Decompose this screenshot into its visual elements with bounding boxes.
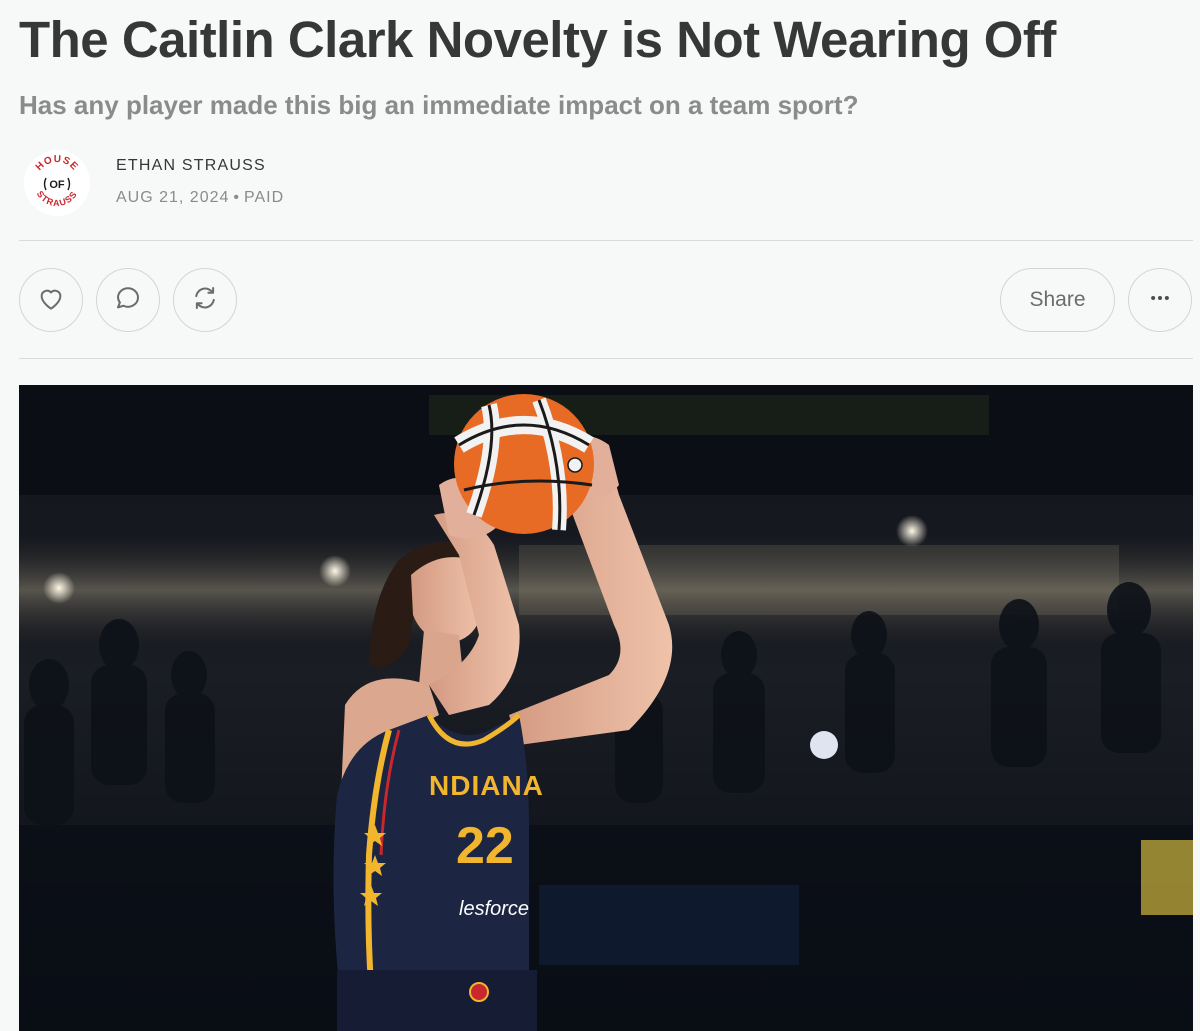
post-meta: AUG 21, 2024 • PAID <box>116 189 284 207</box>
logo-text-mid: OF <box>49 179 65 191</box>
divider-bottom <box>19 358 1193 359</box>
basketball-player-photo: NDIANA 22 lesforce <box>19 385 1193 1031</box>
post-date: AUG 21, 2024 <box>116 189 230 206</box>
jersey-text: NDIANA <box>429 770 544 801</box>
sponsor-text: lesforce <box>459 898 529 920</box>
post-access-badge: PAID <box>244 189 285 206</box>
divider-top <box>19 240 1193 241</box>
post-subtitle: Has any player made this big an immediat… <box>19 90 859 120</box>
hero-image[interactable]: NDIANA 22 lesforce <box>19 385 1193 1031</box>
like-button[interactable] <box>19 268 83 332</box>
restack-button[interactable] <box>173 268 237 332</box>
publication-logo[interactable]: HOUSE STRAUSS OF <box>24 150 90 216</box>
post-title: The Caitlin Clark Novelty is Not Wearing… <box>19 11 1056 68</box>
author-name[interactable]: ETHAN STRAUSS <box>116 157 266 175</box>
more-options-button[interactable] <box>1128 268 1192 332</box>
comment-button[interactable] <box>96 268 160 332</box>
share-button[interactable]: Share <box>1000 268 1115 332</box>
jersey-number: 22 <box>456 817 514 875</box>
more-icon <box>1145 283 1175 318</box>
meta-separator: • <box>233 189 241 206</box>
restack-icon <box>190 283 220 318</box>
heart-icon <box>36 283 66 318</box>
comment-icon <box>113 283 143 318</box>
